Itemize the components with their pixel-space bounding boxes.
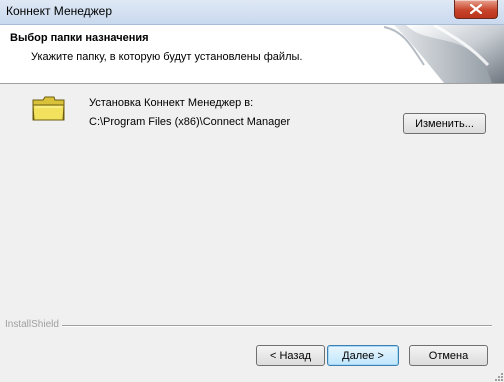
installer-window: Коннект Менеджер Выбор папки назначения …: [0, 0, 504, 382]
title-bar[interactable]: Коннект Менеджер: [0, 0, 504, 25]
back-button[interactable]: < Назад: [256, 345, 325, 366]
change-button[interactable]: Изменить...: [403, 113, 486, 134]
installshield-label: InstallShield: [5, 319, 62, 330]
close-icon: [470, 4, 482, 14]
cancel-button[interactable]: Отмена: [409, 345, 488, 366]
footer-separator: [62, 325, 492, 327]
install-location-label: Установка Коннект Менеджер в:: [89, 97, 254, 109]
installshield-swirl-graphic: [384, 25, 504, 83]
close-button[interactable]: [454, 0, 498, 19]
page-subtitle: Укажите папку, в которую будут установле…: [31, 51, 303, 63]
window-title: Коннект Менеджер: [6, 4, 113, 18]
install-path: C:\Program Files (x86)\Connect Manager: [89, 116, 291, 128]
resize-grip-icon[interactable]: [492, 370, 504, 382]
header-banner: Выбор папки назначения Укажите папку, в …: [0, 25, 504, 84]
page-title: Выбор папки назначения: [10, 32, 149, 44]
next-button[interactable]: Далее >: [327, 345, 399, 366]
folder-icon: [32, 96, 65, 121]
